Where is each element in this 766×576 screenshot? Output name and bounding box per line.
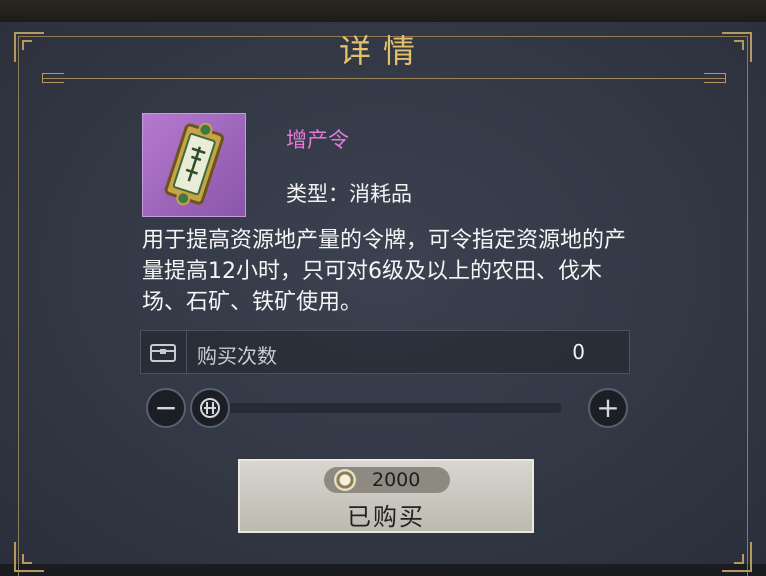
plus-icon: +	[596, 391, 620, 424]
quantity-slider-track[interactable]	[210, 403, 562, 413]
purchase-count-value: 0	[572, 340, 585, 364]
item-description: 用于提高资源地产量的令牌，可令指定资源地的产量提高12小时，只可对6级及以上的农…	[142, 228, 627, 315]
price-tag: 2000	[324, 467, 450, 493]
production-token-icon	[142, 113, 246, 217]
chest-icon	[141, 331, 187, 373]
corner-ornament-icon	[722, 542, 752, 572]
corner-ornament-icon	[14, 542, 44, 572]
item-type: 类型：消耗品	[286, 182, 412, 206]
buy-button-label: 已购买	[347, 503, 425, 531]
buy-button[interactable]: 2000 已购买	[238, 459, 534, 533]
dialog-title: 详情	[338, 32, 427, 70]
silver-coin-icon	[334, 469, 356, 491]
divider-ornament-icon	[704, 73, 726, 83]
purchase-count-row: 购买次数 0	[140, 330, 630, 374]
price-value: 2000	[372, 469, 421, 491]
item-name: 增产令	[286, 128, 349, 152]
title-divider	[42, 73, 726, 83]
slider-knob-icon	[200, 398, 220, 418]
quantity-slider-thumb[interactable]	[190, 388, 230, 428]
divider-ornament-icon	[42, 73, 64, 83]
increase-button[interactable]: +	[588, 388, 628, 428]
top-bar	[0, 0, 766, 22]
minus-icon: −	[154, 391, 178, 424]
decrease-button[interactable]: −	[146, 388, 186, 428]
purchase-count-label: 购买次数	[197, 344, 277, 368]
